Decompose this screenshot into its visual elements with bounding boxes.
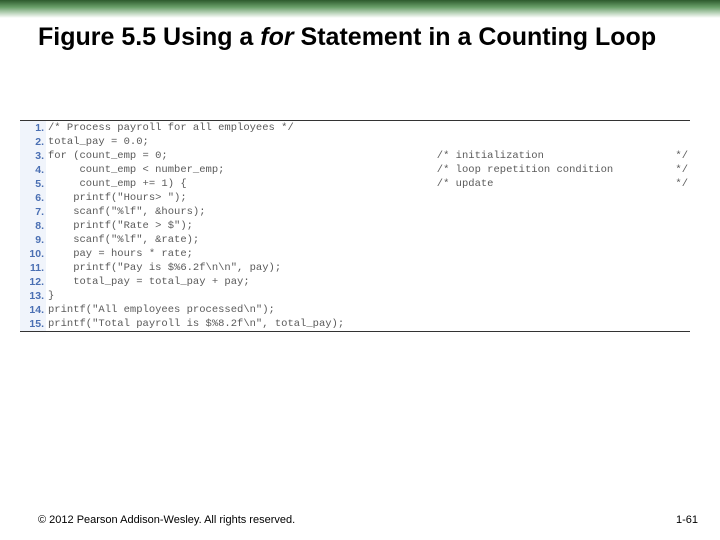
code-text: for (count_emp = 0; [46, 149, 435, 163]
line-number: 14. [20, 303, 46, 317]
comment-text [435, 317, 669, 332]
comment-text [435, 275, 669, 289]
line-number: 4. [20, 163, 46, 177]
comment-close: */ [668, 177, 690, 191]
code-text: total_pay = 0.0; [46, 135, 435, 149]
code-text: /* Process payroll for all employees */ [46, 121, 435, 136]
code-line: 9. scanf("%lf", &rate); [20, 233, 690, 247]
line-number: 11. [20, 261, 46, 275]
code-line: 5. count_emp += 1) {/* update*/ [20, 177, 690, 191]
title-post: Statement in a Counting Loop [294, 23, 656, 51]
comment-text [435, 219, 669, 233]
code-text: total_pay = total_pay + pay; [46, 275, 435, 289]
line-number: 10. [20, 247, 46, 261]
code-text: printf("Hours> "); [46, 191, 435, 205]
code-text: scanf("%lf", &rate); [46, 233, 435, 247]
comment-text: /* loop repetition condition [435, 163, 669, 177]
slide-title: Figure 5.5 Using a for Statement in a Co… [38, 22, 690, 53]
code-text: pay = hours * rate; [46, 247, 435, 261]
code-line: 10. pay = hours * rate; [20, 247, 690, 261]
comment-text [435, 247, 669, 261]
line-number: 7. [20, 205, 46, 219]
slide: Figure 5.5 Using a for Statement in a Co… [0, 0, 720, 540]
code-text: printf("Rate > $"); [46, 219, 435, 233]
code-line: 6. printf("Hours> "); [20, 191, 690, 205]
comment-close [668, 317, 690, 332]
comment-close [668, 233, 690, 247]
comment-text [435, 191, 669, 205]
title-italic: for [260, 23, 293, 51]
comment-text [435, 233, 669, 247]
copyright-footer: © 2012 Pearson Addison-Wesley. All right… [38, 514, 690, 526]
comment-close [668, 135, 690, 149]
line-number: 9. [20, 233, 46, 247]
comment-close [668, 275, 690, 289]
line-number: 13. [20, 289, 46, 303]
comment-close: */ [668, 149, 690, 163]
code-text: scanf("%lf", &hours); [46, 205, 435, 219]
code-text: printf("Pay is $%6.2f\n\n", pay); [46, 261, 435, 275]
comment-text [435, 121, 669, 136]
code-line: 14.printf("All employees processed\n"); [20, 303, 690, 317]
page-number: 1-61 [676, 514, 698, 526]
comment-text: /* update [435, 177, 669, 191]
code-line: 11. printf("Pay is $%6.2f\n\n", pay); [20, 261, 690, 275]
code-line: 2.total_pay = 0.0; [20, 135, 690, 149]
comment-close: */ [668, 163, 690, 177]
comment-close [668, 191, 690, 205]
code-line: 15.printf("Total payroll is $%8.2f\n", t… [20, 317, 690, 332]
comment-close [668, 289, 690, 303]
line-number: 5. [20, 177, 46, 191]
comment-close [668, 261, 690, 275]
code-line: 13.} [20, 289, 690, 303]
code-table: 1./* Process payroll for all employees *… [20, 120, 690, 332]
code-line: 12. total_pay = total_pay + pay; [20, 275, 690, 289]
code-line: 7. scanf("%lf", &hours); [20, 205, 690, 219]
line-number: 8. [20, 219, 46, 233]
code-line: 4. count_emp < number_emp;/* loop repeti… [20, 163, 690, 177]
line-number: 1. [20, 121, 46, 136]
code-text: printf("All employees processed\n"); [46, 303, 435, 317]
code-text: count_emp < number_emp; [46, 163, 435, 177]
comment-text [435, 261, 669, 275]
comment-text [435, 135, 669, 149]
code-text: printf("Total payroll is $%8.2f\n", tota… [46, 317, 435, 332]
comment-text: /* initialization [435, 149, 669, 163]
comment-close [668, 247, 690, 261]
title-pre: Figure 5.5 Using a [38, 23, 260, 51]
code-text: count_emp += 1) { [46, 177, 435, 191]
line-number: 3. [20, 149, 46, 163]
code-text: } [46, 289, 435, 303]
comment-text [435, 205, 669, 219]
line-number: 6. [20, 191, 46, 205]
line-number: 2. [20, 135, 46, 149]
comment-text [435, 289, 669, 303]
code-listing: 1./* Process payroll for all employees *… [20, 120, 690, 332]
comment-close [668, 219, 690, 233]
comment-text [435, 303, 669, 317]
line-number: 15. [20, 317, 46, 332]
comment-close [668, 205, 690, 219]
line-number: 12. [20, 275, 46, 289]
code-line: 3.for (count_emp = 0;/* initialization*/ [20, 149, 690, 163]
comment-close [668, 121, 690, 136]
top-gradient-bar [0, 0, 720, 18]
code-line: 8. printf("Rate > $"); [20, 219, 690, 233]
code-line: 1./* Process payroll for all employees *… [20, 121, 690, 136]
comment-close [668, 303, 690, 317]
